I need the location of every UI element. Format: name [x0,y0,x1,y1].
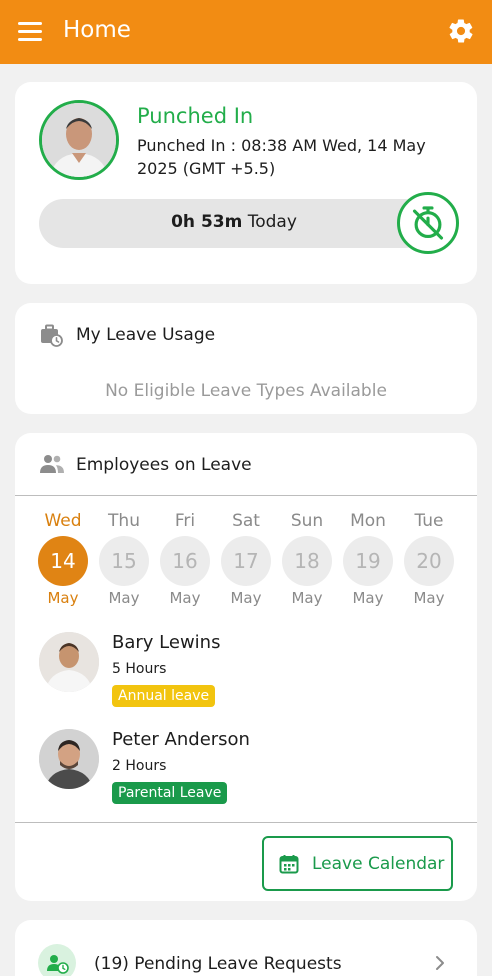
stopwatch-off-icon [412,206,444,240]
employee-leave-hours: 5 Hours [112,661,167,677]
employee-name: Bary Lewins [112,632,221,653]
punch-out-button[interactable] [397,192,459,254]
gear-icon[interactable] [447,17,475,45]
divider [15,495,477,496]
day-fri-16[interactable]: Fri 16 May [159,511,211,607]
employee-leave-hours: 2 Hours [112,758,167,774]
day-mon-19[interactable]: Mon 19 May [342,511,394,607]
leave-type-badge: Parental Leave [112,782,228,804]
leave-type-badge: Annual leave [112,685,216,707]
employee-list-item[interactable]: Peter Anderson 2 Hours Parental Leave [39,729,459,809]
day-sun-18[interactable]: Sun 18 May [281,511,333,607]
worked-time-text: 0h 53m Today [39,212,429,232]
leave-calendar-button[interactable]: Leave Calendar [262,836,453,891]
chevron-right-icon [436,956,444,970]
employee-avatar [39,729,99,789]
people-icon [40,455,64,473]
employee-avatar [39,632,99,692]
day-wed-14[interactable]: Wed 14 May [37,511,89,607]
menu-icon[interactable] [18,22,42,42]
page-title: Home [63,17,131,43]
day-thu-15[interactable]: Thu 15 May [98,511,150,607]
leave-usage-title: My Leave Usage [76,325,216,345]
day-sat-17[interactable]: Sat 17 May [220,511,272,607]
app-header: Home [0,0,492,64]
briefcase-clock-icon [41,324,63,347]
punch-time-detail: Punched In : 08:38 AM Wed, 14 May 2025 (… [137,136,426,178]
leave-calendar-label: Leave Calendar [312,854,445,874]
worked-duration-suffix: Today [247,212,297,232]
divider [15,822,477,823]
employee-list-item[interactable]: Bary Lewins 5 Hours Annual leave [39,632,459,712]
empty-state-message: No Eligible Leave Types Available [105,381,387,401]
day-tue-20[interactable]: Tue 20 May [403,511,455,607]
pending-leave-requests-card[interactable]: (19) Pending Leave Requests [15,920,477,976]
employees-on-leave-title: Employees on Leave [76,455,252,475]
worked-time-bar: 0h 53m Today [39,199,429,248]
employees-on-leave-card: Employees on Leave Wed 14 May Thu 15 May… [15,433,477,901]
user-avatar [39,100,119,180]
calendar-icon [279,855,299,874]
pending-person-icon [38,944,76,976]
punch-card: Punched In Punched In : 08:38 AM Wed, 14… [15,82,477,284]
pending-leave-requests-label: (19) Pending Leave Requests [94,954,342,974]
punch-status: Punched In [137,104,254,128]
employee-name: Peter Anderson [112,729,250,750]
leave-usage-card: My Leave Usage No Eligible Leave Types A… [15,303,477,414]
worked-duration: 0h 53m [171,212,243,232]
